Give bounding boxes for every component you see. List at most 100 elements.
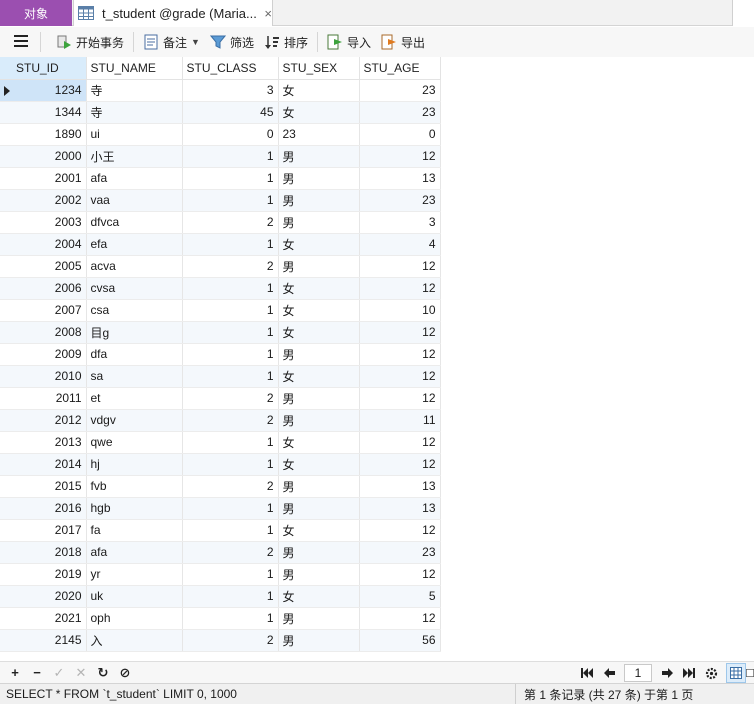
table-row[interactable]: 1344 寺 45 女 23 (0, 101, 441, 124)
previous-page-button[interactable] (598, 663, 620, 683)
cell-stu-id[interactable]: 2012 (0, 409, 87, 432)
cell-stu-name[interactable]: 入 (86, 629, 183, 652)
cell-stu-name[interactable]: afa (86, 541, 183, 564)
cell-stu-id[interactable]: 2145 (0, 629, 87, 652)
first-page-button[interactable] (576, 663, 598, 683)
cell-stu-id[interactable]: 2002 (0, 189, 87, 212)
column-header-stu-id[interactable]: STU_ID (0, 57, 87, 80)
cell-stu-class[interactable]: 1 (182, 167, 279, 190)
cell-stu-sex[interactable]: 男 (278, 541, 360, 564)
cell-stu-id[interactable]: 2021 (0, 607, 87, 630)
cell-stu-age[interactable]: 12 (359, 431, 441, 454)
cell-stu-class[interactable]: 3 (182, 79, 279, 102)
chevron-down-icon[interactable]: ▼ (191, 37, 200, 47)
cell-stu-id[interactable]: 2006 (0, 277, 87, 300)
cell-stu-age[interactable]: 13 (359, 167, 441, 190)
cell-stu-name[interactable]: dfa (86, 343, 183, 366)
cell-stu-sex[interactable]: 男 (278, 343, 360, 366)
cell-stu-age[interactable]: 23 (359, 79, 441, 102)
cell-stu-sex[interactable]: 女 (278, 101, 360, 124)
cell-stu-name[interactable]: yr (86, 563, 183, 586)
cell-stu-sex[interactable]: 女 (278, 277, 360, 300)
table-row[interactable]: 2015 fvb 2 男 13 (0, 475, 441, 498)
cell-stu-class[interactable]: 1 (182, 343, 279, 366)
export-button[interactable]: 导出 (376, 30, 430, 54)
cell-stu-sex[interactable]: 男 (278, 475, 360, 498)
cell-stu-age[interactable]: 12 (359, 277, 441, 300)
table-row[interactable]: 2021 oph 1 男 12 (0, 607, 441, 630)
table-row[interactable]: 2014 hj 1 女 12 (0, 453, 441, 476)
form-view-toggle[interactable] (746, 663, 754, 683)
cell-stu-name[interactable]: efa (86, 233, 183, 256)
cell-stu-age[interactable]: 4 (359, 233, 441, 256)
column-header-stu-name[interactable]: STU_NAME (86, 57, 183, 80)
table-row[interactable]: 2004 efa 1 女 4 (0, 233, 441, 256)
cell-stu-id[interactable]: 2001 (0, 167, 87, 190)
table-row[interactable]: 2003 dfvca 2 男 3 (0, 211, 441, 234)
tab-t-student[interactable]: t_student @grade (Maria... × (73, 0, 273, 26)
cell-stu-id[interactable]: 2017 (0, 519, 87, 542)
cell-stu-id[interactable]: 2010 (0, 365, 87, 388)
cell-stu-class[interactable]: 2 (182, 387, 279, 410)
table-row[interactable]: 2012 vdgv 2 男 11 (0, 409, 441, 432)
cell-stu-class[interactable]: 1 (182, 453, 279, 476)
table-row[interactable]: 2010 sa 1 女 12 (0, 365, 441, 388)
cell-stu-name[interactable]: vaa (86, 189, 183, 212)
table-row[interactable]: 2019 yr 1 男 12 (0, 563, 441, 586)
cell-stu-class[interactable]: 1 (182, 233, 279, 256)
cell-stu-age[interactable]: 56 (359, 629, 441, 652)
page-number-input[interactable]: 1 (624, 664, 652, 682)
refresh-button[interactable]: ↻ (92, 663, 114, 683)
cell-stu-name[interactable]: 寺 (86, 79, 183, 102)
cell-stu-name[interactable]: hj (86, 453, 183, 476)
next-page-button[interactable] (656, 663, 678, 683)
cell-stu-age[interactable]: 11 (359, 409, 441, 432)
cell-stu-class[interactable]: 2 (182, 541, 279, 564)
cell-stu-class[interactable]: 2 (182, 211, 279, 234)
cell-stu-name[interactable]: 寺 (86, 101, 183, 124)
cell-stu-class[interactable]: 2 (182, 629, 279, 652)
cell-stu-sex[interactable]: 男 (278, 629, 360, 652)
cell-stu-age[interactable]: 12 (359, 365, 441, 388)
cell-stu-name[interactable]: hgb (86, 497, 183, 520)
cell-stu-id[interactable]: 1344 (0, 101, 87, 124)
table-row[interactable]: 2002 vaa 1 男 23 (0, 189, 441, 212)
grid-view-toggle[interactable] (726, 663, 746, 683)
cell-stu-id[interactable]: 2007 (0, 299, 87, 322)
cell-stu-sex[interactable]: 女 (278, 299, 360, 322)
cell-stu-class[interactable]: 1 (182, 365, 279, 388)
cell-stu-id[interactable]: 2008 (0, 321, 87, 344)
cell-stu-id[interactable]: 2013 (0, 431, 87, 454)
cell-stu-sex[interactable]: 男 (278, 145, 360, 168)
table-row[interactable]: 1890 ui 0 23 0 (0, 123, 441, 146)
cell-stu-name[interactable]: ui (86, 123, 183, 146)
tab-objects[interactable]: 对象 (0, 0, 72, 26)
cell-stu-age[interactable]: 13 (359, 475, 441, 498)
cell-stu-class[interactable]: 1 (182, 431, 279, 454)
cell-stu-age[interactable]: 23 (359, 189, 441, 212)
cell-stu-name[interactable]: 小王 (86, 145, 183, 168)
delete-record-button[interactable]: − (26, 663, 48, 683)
cell-stu-sex[interactable]: 男 (278, 409, 360, 432)
column-header-stu-age[interactable]: STU_AGE (359, 57, 441, 80)
cell-stu-class[interactable]: 2 (182, 475, 279, 498)
cell-stu-class[interactable]: 1 (182, 145, 279, 168)
cell-stu-age[interactable]: 12 (359, 321, 441, 344)
table-row[interactable]: 2011 et 2 男 12 (0, 387, 441, 410)
cell-stu-class[interactable]: 1 (182, 299, 279, 322)
cell-stu-age[interactable]: 5 (359, 585, 441, 608)
cell-stu-age[interactable]: 12 (359, 563, 441, 586)
cell-stu-name[interactable]: acva (86, 255, 183, 278)
last-page-button[interactable] (678, 663, 700, 683)
table-row[interactable]: 2009 dfa 1 男 12 (0, 343, 441, 366)
cell-stu-sex[interactable]: 男 (278, 497, 360, 520)
table-row[interactable]: 2016 hgb 1 男 13 (0, 497, 441, 520)
table-row[interactable]: 2001 afa 1 男 13 (0, 167, 441, 190)
table-row[interactable]: 2017 fa 1 女 12 (0, 519, 441, 542)
cell-stu-sex[interactable]: 女 (278, 519, 360, 542)
cell-stu-id[interactable]: 2000 (0, 145, 87, 168)
cell-stu-name[interactable]: cvsa (86, 277, 183, 300)
cell-stu-id[interactable]: 1890 (0, 123, 87, 146)
sort-button[interactable]: 排序 (259, 30, 313, 54)
cell-stu-id[interactable]: 2016 (0, 497, 87, 520)
